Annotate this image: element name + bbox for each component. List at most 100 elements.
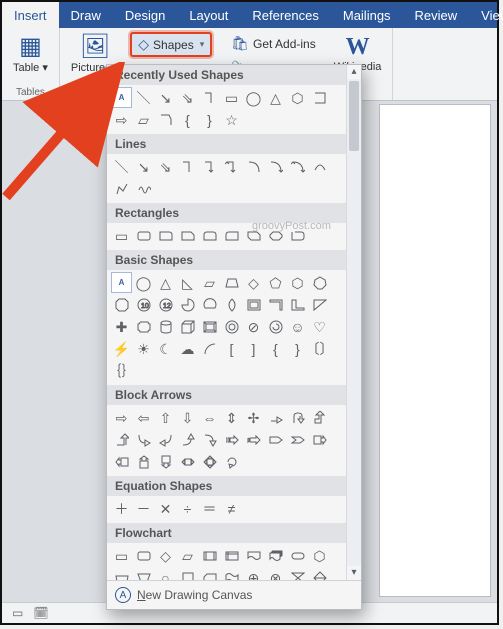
shape-basic-bracket-l[interactable]: [: [221, 338, 242, 359]
shape-curve[interactable]: [309, 156, 330, 177]
shape-arrow-quad[interactable]: ✢: [243, 407, 264, 428]
shape-arrow-d[interactable]: ⇩: [177, 407, 198, 428]
shape-parallel[interactable]: ▱: [133, 109, 154, 130]
shape-arrow-notched[interactable]: [243, 429, 264, 450]
shape-ellipse[interactable]: ◯: [243, 87, 264, 108]
shape-rect-3[interactable]: [155, 225, 176, 246]
tab-mailings[interactable]: Mailings: [331, 2, 403, 28]
shape-rect-5[interactable]: [199, 225, 220, 246]
scroll-up-icon[interactable]: ▴: [347, 65, 361, 79]
shape-flow-dec[interactable]: ◇: [155, 545, 176, 566]
shape-flow-alt[interactable]: [133, 545, 154, 566]
shape-basic-plaque[interactable]: [133, 316, 154, 337]
shape-arrow-pent[interactable]: [265, 429, 286, 450]
shape-basic-bolt[interactable]: ⚡: [111, 338, 132, 359]
shape-rbrace[interactable]: }: [199, 109, 220, 130]
shape-flow-proc[interactable]: ▭: [111, 545, 132, 566]
shape-rect-6[interactable]: [221, 225, 242, 246]
shape-arrow-callout-u[interactable]: [133, 451, 154, 472]
shape-flow-term[interactable]: [287, 545, 308, 566]
shape-basic-oval[interactable]: ◯: [133, 272, 154, 293]
shape-basic-dec[interactable]: 10: [133, 294, 154, 315]
shape-hex[interactable]: ⬡: [287, 87, 308, 108]
shape-arrow-callout-d[interactable]: [155, 451, 176, 472]
shape-basic-frame[interactable]: [243, 294, 264, 315]
shape-arrow-chevron[interactable]: [287, 429, 308, 450]
shape-arrow-u[interactable]: ⇧: [155, 407, 176, 428]
shape-arrow-callout-lr[interactable]: [177, 451, 198, 472]
shape-line-3[interactable]: ⇘: [155, 156, 176, 177]
shape-basic-block[interactable]: [265, 316, 286, 337]
shape-arrow-callout-r[interactable]: [309, 429, 330, 450]
scroll-thumb[interactable]: [349, 81, 359, 151]
shape-basic-diamond[interactable]: ◇: [243, 272, 264, 293]
shape-basic-bracket-r[interactable]: ]: [243, 338, 264, 359]
shape-basic-bevel[interactable]: [199, 316, 220, 337]
shape-arrow-l[interactable]: ⇦: [133, 407, 154, 428]
shape-flow-collate[interactable]: [287, 567, 308, 580]
shape-rect-9[interactable]: [287, 225, 308, 246]
table-button[interactable]: ▦ Table ▾: [8, 30, 53, 77]
shape-flow-card[interactable]: [199, 567, 220, 580]
shape-basic-pent[interactable]: ⬠: [265, 272, 286, 293]
shape-line-1[interactable]: ＼: [111, 156, 132, 177]
shape-line[interactable]: ＼: [133, 87, 154, 108]
shape-basic-chord[interactable]: [199, 294, 220, 315]
shape-line-7[interactable]: [243, 156, 264, 177]
shape-basic-tri[interactable]: △: [155, 272, 176, 293]
shape-basic-tear[interactable]: [221, 294, 242, 315]
shape-basic-dbl-bracket[interactable]: 〔〕: [309, 338, 330, 359]
shape-basic-dbl-brace[interactable]: ｛｝: [111, 360, 132, 381]
shape-basic-pie[interactable]: [177, 294, 198, 315]
tab-layout[interactable]: Layout: [177, 2, 240, 28]
shape-flow-multidoc[interactable]: [265, 545, 286, 566]
tab-review[interactable]: Review: [403, 2, 470, 28]
shape-arrow-curved-r[interactable]: [133, 429, 154, 450]
shape-freeform[interactable]: [111, 178, 132, 199]
shape-basic-halfframe[interactable]: [265, 294, 286, 315]
shape-line-5[interactable]: [199, 156, 220, 177]
shapes-scrollbar[interactable]: ▴ ▾: [346, 65, 361, 580]
shape-arrow-curved-l[interactable]: [155, 429, 176, 450]
shape-eq-neq[interactable]: ≠: [221, 498, 242, 519]
shape-flow-data[interactable]: ▱: [177, 545, 198, 566]
shape-line-2[interactable]: ↘: [133, 156, 154, 177]
shape-basic-donut[interactable]: [221, 316, 242, 337]
shape-arrow-curved-d[interactable]: [199, 429, 220, 450]
shape-arrow-striped[interactable]: [221, 429, 242, 450]
shape-text-box[interactable]: A: [111, 87, 132, 108]
shape-rect-2[interactable]: [133, 225, 154, 246]
shape-basic-cube[interactable]: [177, 316, 198, 337]
shape-line-arrow[interactable]: ↘: [155, 87, 176, 108]
shape-flow-or[interactable]: ⊗: [265, 567, 286, 580]
shape-arrow-circ[interactable]: [221, 451, 242, 472]
shape-basic-sun[interactable]: ☀: [133, 338, 154, 359]
shape-triangle[interactable]: △: [265, 87, 286, 108]
shape-line-6[interactable]: [221, 156, 242, 177]
shape-arrow-ud[interactable]: ⇕: [221, 407, 242, 428]
shape-lbrace[interactable]: {: [177, 109, 198, 130]
shape-flow-conn[interactable]: ○: [155, 567, 176, 580]
shape-basic-moon[interactable]: ☾: [155, 338, 176, 359]
shape-basic-cross[interactable]: ✚: [111, 316, 132, 337]
shape-flow-manual[interactable]: [111, 567, 132, 580]
shape-basic-smile[interactable]: ☺: [287, 316, 308, 337]
shape-eq-mult[interactable]: ✕: [155, 498, 176, 519]
shape-flow-doc[interactable]: [243, 545, 264, 566]
shape-basic-can[interactable]: [155, 316, 176, 337]
shape-rarrow[interactable]: ⇨: [111, 109, 132, 130]
shape-basic-heart[interactable]: ♡: [309, 316, 330, 337]
shape-basic-textbox[interactable]: A: [111, 272, 132, 293]
tab-insert[interactable]: Insert: [2, 2, 59, 28]
tab-references[interactable]: References: [240, 2, 330, 28]
shape-arrow-r[interactable]: ⇨: [111, 407, 132, 428]
shape-basic-dodec[interactable]: 12: [155, 294, 176, 315]
shape-arrow-callout-l[interactable]: [111, 451, 132, 472]
shape-flow-predef[interactable]: [199, 545, 220, 566]
shape-flow-manop[interactable]: [133, 567, 154, 580]
shape-basic-brace-l[interactable]: {: [265, 338, 286, 359]
shape-rect[interactable]: ▭: [221, 87, 242, 108]
tab-view[interactable]: View: [469, 2, 503, 28]
shape-star[interactable]: ☆: [221, 109, 242, 130]
shape-arrow-uturn[interactable]: [287, 407, 308, 428]
